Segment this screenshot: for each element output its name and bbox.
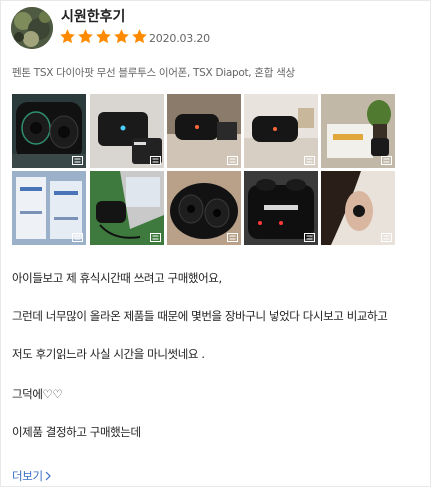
review-text-line: 이제품 결정하고 구매했는데	[12, 425, 141, 439]
zoom-icon	[72, 233, 83, 242]
photo-earbuds-in-hand[interactable]	[167, 171, 241, 245]
zoom-icon	[150, 156, 161, 165]
zoom-icon	[150, 233, 161, 242]
zoom-icon	[381, 156, 392, 165]
photo-box-with-plant[interactable]	[321, 94, 395, 168]
photo-case-with-led[interactable]	[90, 94, 164, 168]
review-text-line: 그런데 너무많이 올라온 제품들 때문에 몇번을 장바구니 넣었다 다시보고 비…	[12, 309, 388, 323]
star-icon	[60, 29, 75, 44]
zoom-icon	[304, 233, 315, 242]
review-card: 시원한후기 2020.03.20 펜톤 TSX 다이아팟 무선 블루투스 이어폰…	[0, 0, 431, 487]
chevron-right-icon	[45, 471, 51, 481]
review-text-line: 저도 후기읽느라 사실 시간을 마니썻네요 .	[12, 347, 205, 361]
review-text-line: 아이들보고 제 휴식시간때 쓰려고 구매했어요,	[12, 271, 222, 285]
star-rating	[59, 28, 148, 45]
zoom-icon	[227, 233, 238, 242]
username: 시원한후기	[61, 9, 126, 25]
product-option: 펜톤 TSX 다이아팟 무선 블루투스 이어폰, TSX Diapot, 혼합 …	[12, 67, 295, 79]
zoom-icon	[227, 156, 238, 165]
avatar	[11, 7, 53, 49]
zoom-icon	[381, 233, 392, 242]
more-label: 더보기	[12, 469, 43, 483]
star-icon	[96, 29, 111, 44]
more-button[interactable]: 더보기	[12, 468, 51, 484]
zoom-icon	[304, 156, 315, 165]
star-icon	[78, 29, 93, 44]
star-icon	[114, 29, 129, 44]
photo-earbud-worn[interactable]	[321, 171, 395, 245]
photo-boxes-stack[interactable]	[12, 171, 86, 245]
photo-pentone-case-led[interactable]	[244, 171, 318, 245]
zoom-icon	[72, 156, 83, 165]
star-icon	[132, 29, 147, 44]
photo-case-near-laptop[interactable]	[90, 171, 164, 245]
photo-case-on-desk[interactable]	[167, 94, 241, 168]
photo-black-earbuds-case-open[interactable]	[12, 94, 86, 168]
photo-case-on-table[interactable]	[244, 94, 318, 168]
review-date: 2020.03.20	[149, 32, 210, 45]
review-text-line: 그덕에♡♡	[12, 387, 63, 401]
